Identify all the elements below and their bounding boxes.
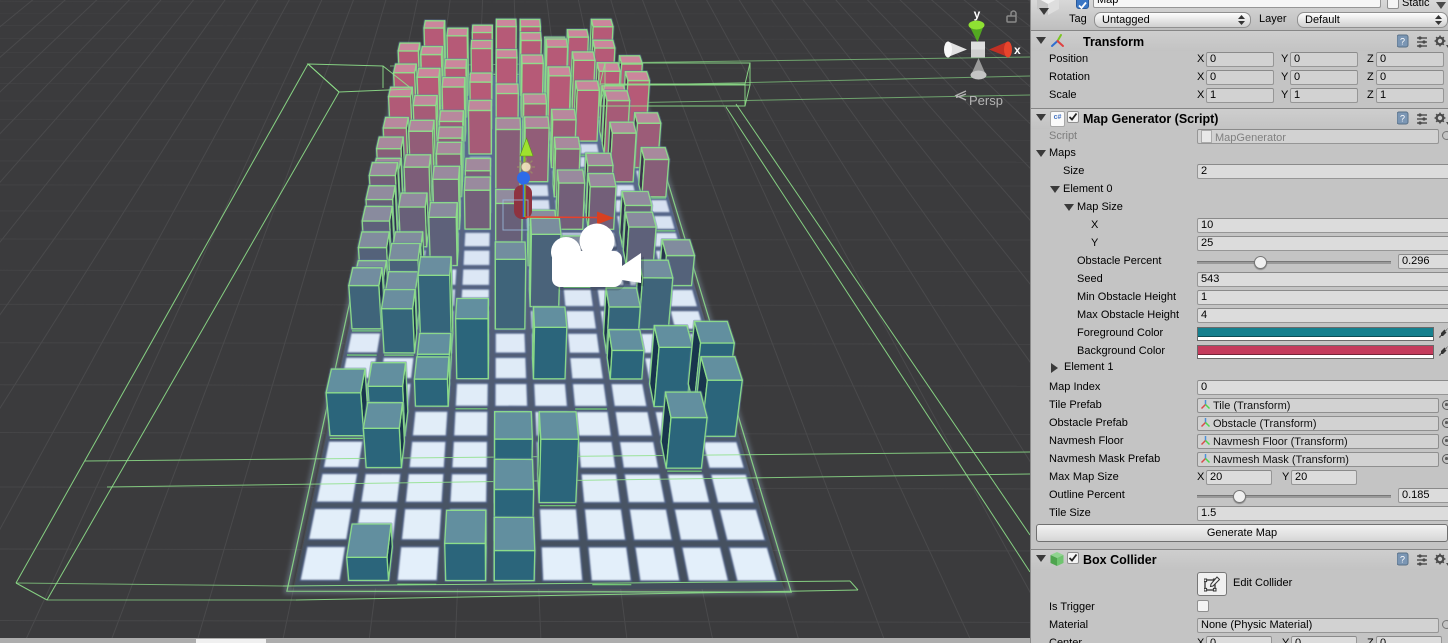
svg-text:Persp: Persp — [969, 93, 1003, 108]
svg-text:?: ? — [1400, 114, 1405, 124]
svg-text:?: ? — [1400, 37, 1405, 47]
svg-text:y: y — [974, 7, 981, 21]
svg-text:x: x — [1014, 43, 1021, 57]
svg-text:?: ? — [1400, 555, 1405, 565]
